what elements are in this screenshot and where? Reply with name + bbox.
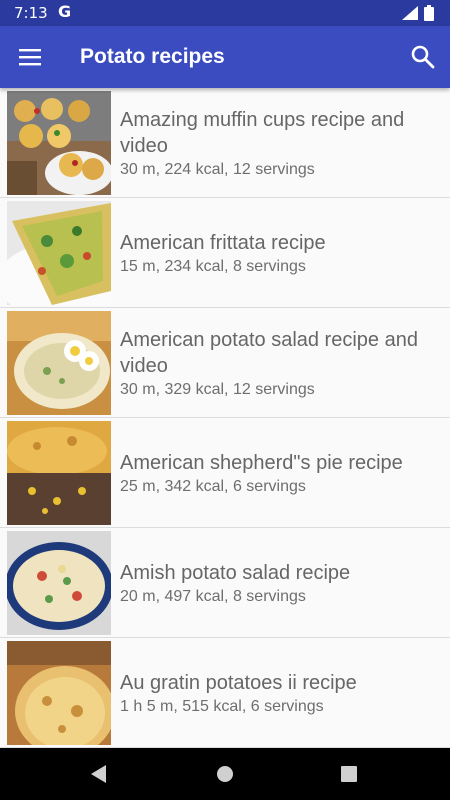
recipe-title: American potato salad recipe and video xyxy=(120,328,418,377)
recipe-thumbnail xyxy=(7,421,111,525)
recipe-title: Amish potato salad recipe xyxy=(120,561,351,584)
recipe-meta: 20 m, 497 kcal, 8 servings xyxy=(120,587,306,605)
navigation-bar xyxy=(0,748,450,800)
google-icon: G xyxy=(58,2,72,21)
menu-icon[interactable] xyxy=(18,46,42,68)
recipe-thumbnail xyxy=(7,201,111,305)
recents-icon[interactable] xyxy=(340,764,358,784)
recipe-item[interactable]: American shepherd"s pie recipe 25 m, 342… xyxy=(0,418,450,528)
status-bar: 7:13 G xyxy=(0,0,450,26)
recipe-item[interactable]: Amazing muffin cups recipe and video 30 … xyxy=(0,88,450,198)
recipe-title: Au gratin potatoes ii recipe xyxy=(120,671,357,694)
recipe-item[interactable]: American potato salad recipe and video 3… xyxy=(0,308,450,418)
recipe-meta: 30 m, 329 kcal, 12 servings xyxy=(120,380,315,398)
recipe-thumbnail xyxy=(7,311,111,415)
page-title: Potato recipes xyxy=(80,45,225,68)
home-icon[interactable] xyxy=(216,764,234,784)
battery-icon xyxy=(424,5,434,21)
recipe-title: American shepherd"s pie recipe xyxy=(120,451,403,474)
recipe-thumbnail xyxy=(7,531,111,635)
recipe-meta: 1 h 5 m, 515 kcal, 6 servings xyxy=(120,697,324,715)
recipe-meta: 15 m, 234 kcal, 8 servings xyxy=(120,257,306,275)
recipe-item[interactable]: American frittata recipe 15 m, 234 kcal,… xyxy=(0,198,450,308)
recipe-title: American frittata recipe xyxy=(120,231,326,254)
recipe-title: Amazing muffin cups recipe and video xyxy=(120,108,405,157)
recipe-thumbnail xyxy=(7,91,111,195)
search-icon[interactable] xyxy=(410,44,436,70)
recipe-list[interactable]: Amazing muffin cups recipe and video 30 … xyxy=(0,88,450,748)
recipe-item[interactable]: Au gratin potatoes ii recipe 1 h 5 m, 51… xyxy=(0,638,450,748)
back-icon[interactable] xyxy=(90,764,108,784)
recipe-item[interactable]: Amish potato salad recipe 20 m, 497 kcal… xyxy=(0,528,450,638)
status-time: 7:13 xyxy=(14,4,48,22)
recipe-thumbnail xyxy=(7,641,111,745)
app-bar: Potato recipes xyxy=(0,26,450,88)
signal-icon xyxy=(402,6,418,20)
recipe-meta: 25 m, 342 kcal, 6 servings xyxy=(120,477,306,495)
recipe-meta: 30 m, 224 kcal, 12 servings xyxy=(120,160,315,178)
